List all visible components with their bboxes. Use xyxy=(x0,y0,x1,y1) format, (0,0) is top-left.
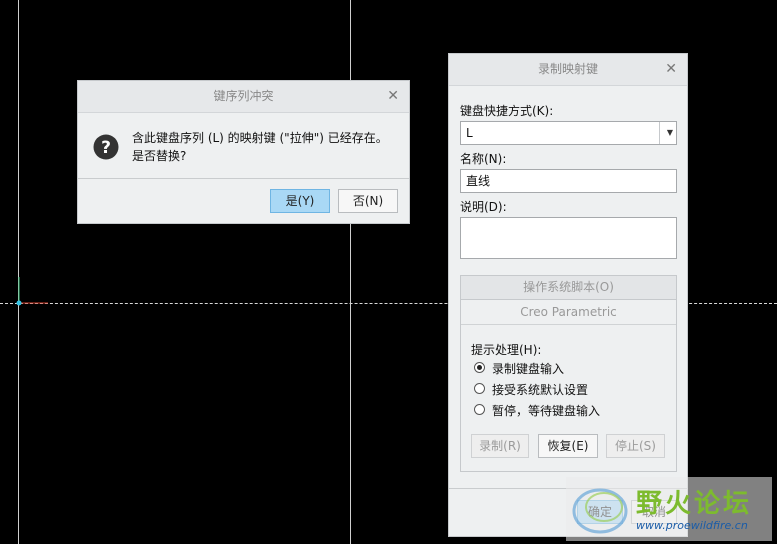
option-accept-system-defaults[interactable]: 接受系统默认设置 xyxy=(492,381,588,398)
forum-watermark: 野火论坛 www.proewildfire.cn xyxy=(566,477,772,541)
chevron-down-icon[interactable]: ▼ xyxy=(667,122,673,144)
name-label: 名称(N): xyxy=(460,152,507,166)
watermark-title: 野火论坛 xyxy=(636,489,753,519)
record-mapkey-dialog: 录制映射键 ✕ 键盘快捷方式(K): L ▼ 名称(N): 直线 说明(D): … xyxy=(448,53,688,537)
svg-text:?: ? xyxy=(101,138,111,158)
radio-accept-system-defaults[interactable] xyxy=(474,383,485,394)
tab-creo-parametric[interactable]: Creo Parametric xyxy=(461,301,676,323)
prompt-handling-label: 提示处理(H): xyxy=(471,343,542,357)
stop-button[interactable]: 停止(S) xyxy=(606,434,665,458)
dialog-title: 键序列冲突 xyxy=(213,89,274,103)
record-button[interactable]: 录制(R) xyxy=(471,434,529,458)
yes-button[interactable]: 是(Y) xyxy=(270,189,330,213)
conflict-message-line1: 含此键盘序列 (L) 的映射键 ("拉伸") 已经存在。 xyxy=(132,131,388,145)
key-conflict-dialog: 键序列冲突 ✕ ? 含此键盘序列 (L) 的映射键 ("拉伸") 已经存在。 是… xyxy=(77,80,410,224)
dialog-title-bar: 录制映射键 ✕ xyxy=(449,54,687,86)
name-input[interactable]: 直线 xyxy=(460,169,677,193)
dialog-title-bar: 键序列冲突 ✕ xyxy=(78,81,409,113)
option-record-keyboard-input[interactable]: 录制键盘输入 xyxy=(492,360,564,377)
watermark-logo-icon xyxy=(572,488,628,534)
tab-os-script[interactable]: 操作系统脚本(O) xyxy=(461,276,676,300)
description-label: 说明(D): xyxy=(460,200,507,214)
canvas-guide-left xyxy=(18,0,19,544)
shortcut-dropdown[interactable]: L ▼ xyxy=(460,121,677,145)
watermark-url: www.proewildfire.cn xyxy=(636,519,748,532)
close-icon[interactable]: ✕ xyxy=(665,54,677,85)
description-textarea[interactable] xyxy=(460,217,677,259)
shortcut-value: L xyxy=(466,126,473,140)
close-icon[interactable]: ✕ xyxy=(387,81,399,112)
dialog-title: 录制映射键 xyxy=(537,62,598,76)
question-icon: ? xyxy=(93,134,119,160)
coordinate-axis-icon xyxy=(16,277,48,306)
tab-underline xyxy=(461,324,676,325)
radio-record-keyboard-input[interactable] xyxy=(474,362,485,373)
radio-pause-for-keyboard[interactable] xyxy=(474,404,485,415)
shortcut-label: 键盘快捷方式(K): xyxy=(460,104,554,118)
dropdown-divider xyxy=(659,122,660,144)
conflict-message-line2: 是否替换? xyxy=(132,149,187,163)
dialog-separator xyxy=(78,178,409,179)
no-button[interactable]: 否(N) xyxy=(338,189,398,213)
resume-button[interactable]: 恢复(E) xyxy=(538,434,598,458)
script-panel: 操作系统脚本(O) Creo Parametric 提示处理(H): 录制键盘输… xyxy=(460,275,677,472)
option-pause-for-keyboard[interactable]: 暂停，等待键盘输入 xyxy=(492,402,600,419)
